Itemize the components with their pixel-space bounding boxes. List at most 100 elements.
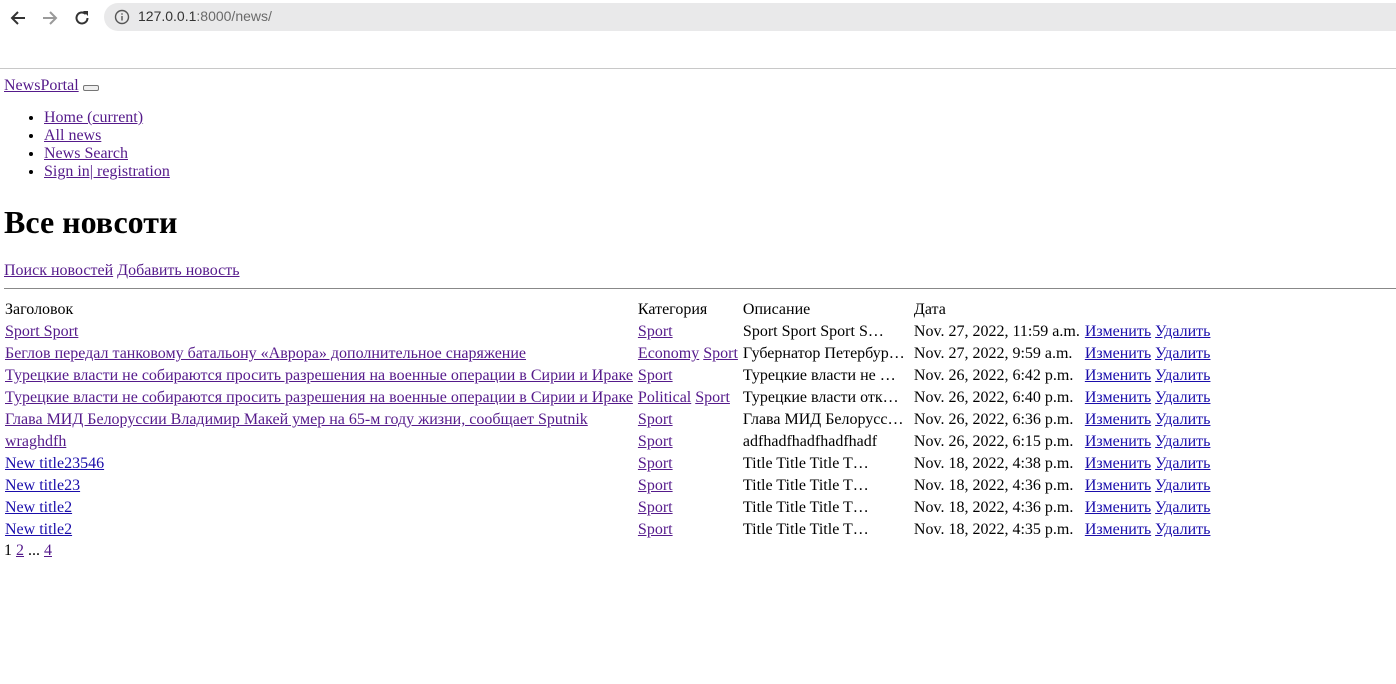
reload-button[interactable] (70, 6, 94, 30)
news-title-link[interactable]: Sport Sport (5, 323, 78, 340)
forward-button[interactable] (38, 6, 62, 30)
search-news-link[interactable]: Поиск новостей (4, 262, 113, 279)
cell-description: adfhadfhadfhadfhadf (742, 433, 878, 450)
delete-link[interactable]: Удалить (1155, 345, 1210, 362)
edit-link[interactable]: Изменить (1085, 433, 1151, 450)
nav-link-home[interactable]: Home (current) (44, 109, 143, 126)
cell-date: Nov. 18, 2022, 4:36 p.m. (913, 477, 1074, 494)
nav-item-home: Home (current) (44, 109, 170, 127)
back-arrow-icon (10, 11, 25, 25)
cell-category: Economy Sport (637, 344, 739, 364)
cell-category: Sport (637, 366, 739, 386)
news-title-link[interactable]: Турецкие власти не собираются просить ра… (5, 367, 633, 384)
delete-link[interactable]: Удалить (1155, 455, 1210, 472)
news-title-link[interactable]: New title2 (5, 521, 72, 538)
cell-category: Sport (637, 498, 739, 518)
delete-link[interactable]: Удалить (1155, 499, 1210, 516)
cell-category: Sport (637, 454, 739, 474)
info-icon[interactable] (114, 9, 130, 25)
table-row: New title2 Sport Title Title Title T… Nov. … (4, 520, 1211, 540)
category-link[interactable]: Sport (703, 345, 738, 362)
table-row: Глава МИД Белоруссии Владимир Макей умер… (4, 410, 1211, 430)
cell-category: Sport (637, 476, 739, 496)
back-button[interactable] (6, 6, 30, 30)
news-title-link[interactable]: New title23 (5, 477, 80, 494)
cell-date: Nov. 27, 2022, 11:59 a.m. (913, 323, 1080, 340)
news-title-link[interactable]: Глава МИД Белоруссии Владимир Макей умер… (5, 411, 588, 428)
category-link[interactable]: Sport (638, 499, 673, 516)
news-title-link[interactable]: Беглов передал танковому батальону «Авро… (5, 345, 526, 362)
cell-description: Title Title Title T… (742, 521, 869, 538)
cell-title: Глава МИД Белоруссии Владимир Макей умер… (4, 410, 634, 430)
cell-description: Title Title Title T… (742, 477, 869, 494)
edit-link[interactable]: Изменить (1085, 499, 1151, 516)
nav-menu: Home (current) All news News Search Sign… (0, 109, 170, 181)
delete-link[interactable]: Удалить (1155, 521, 1210, 538)
category-link[interactable]: Sport (638, 367, 673, 384)
table-row: Турецкие власти не собираются просить ра… (4, 388, 1211, 408)
edit-link[interactable]: Изменить (1085, 389, 1151, 406)
cell-date: Nov. 18, 2022, 4:35 p.m. (913, 521, 1074, 538)
category-link[interactable]: Sport (638, 455, 673, 472)
nav-link-news-search[interactable]: News Search (44, 145, 128, 162)
category-link[interactable]: Political (638, 389, 691, 406)
cell-actions: Изменить Удалить (1084, 344, 1212, 364)
cell-date: Nov. 18, 2022, 4:36 p.m. (913, 499, 1074, 516)
category-link[interactable]: Sport (638, 411, 673, 428)
cell-description: Глава МИД Белорусси… (742, 411, 910, 428)
cell-description: Турецкие власти отк… (742, 389, 899, 406)
cell-description: Sport Sport Sport S… (742, 323, 884, 340)
url-path: :8000/news/ (196, 8, 272, 24)
page-actions: Поиск новостей Добавить новость (4, 262, 240, 280)
nav-item-sign-in: Sign in| registration (44, 163, 170, 181)
category-link[interactable]: Sport (638, 521, 673, 538)
delete-link[interactable]: Удалить (1155, 477, 1210, 494)
cell-actions: Изменить Удалить (1084, 410, 1212, 430)
cell-title: Турецкие власти не собираются просить ра… (4, 388, 634, 408)
edit-link[interactable]: Изменить (1085, 411, 1151, 428)
news-table-body: Sport Sport Sport Sport Sport Sport S… Nov.… (4, 322, 1211, 540)
cell-category: Sport (637, 432, 739, 452)
cell-category: Sport (637, 410, 739, 430)
delete-link[interactable]: Удалить (1155, 323, 1210, 340)
news-title-link[interactable]: wraghdfh (5, 433, 66, 450)
edit-link[interactable]: Изменить (1085, 521, 1151, 538)
page-title: Все новсоти (4, 204, 178, 240)
category-link[interactable]: Sport (638, 323, 673, 340)
pagination-page-2[interactable]: 2 (16, 542, 24, 559)
news-title-link[interactable]: New title23546 (5, 455, 104, 472)
delete-link[interactable]: Удалить (1155, 433, 1210, 450)
add-news-link[interactable]: Добавить новость (117, 262, 239, 279)
delete-link[interactable]: Удалить (1155, 389, 1210, 406)
nav-item-news-search: News Search (44, 145, 170, 163)
category-link[interactable]: Economy (638, 345, 699, 362)
news-title-link[interactable]: Турецкие власти не собираются просить ра… (5, 389, 633, 406)
delete-link[interactable]: Удалить (1155, 411, 1210, 428)
table-row: New title23546 Sport Title Title Title T… N… (4, 454, 1211, 474)
cell-date: Nov. 26, 2022, 6:36 p.m. (913, 411, 1074, 428)
url-text[interactable]: 127.0.0.1:8000/news/ (138, 8, 272, 24)
edit-link[interactable]: Изменить (1085, 477, 1151, 494)
edit-link[interactable]: Изменить (1085, 367, 1151, 384)
edit-link[interactable]: Изменить (1085, 455, 1151, 472)
pagination: 1 2 ... 4 (4, 542, 52, 560)
nav-link-all-news[interactable]: All news (44, 127, 101, 144)
category-link[interactable]: Sport (695, 389, 730, 406)
table-header-row: Заголовок Категория Описание Дата (4, 300, 1211, 320)
category-link[interactable]: Sport (638, 477, 673, 494)
pagination-last[interactable]: 4 (44, 542, 52, 559)
browser-toolbar: 127.0.0.1:8000/news/ (0, 0, 1396, 69)
cell-actions: Изменить Удалить (1084, 498, 1212, 518)
navbar-toggler-button[interactable] (82, 85, 99, 92)
table-row: Беглов передал танковому батальону «Авро… (4, 344, 1211, 364)
cell-actions: Изменить Удалить (1084, 520, 1212, 540)
edit-link[interactable]: Изменить (1085, 323, 1151, 340)
edit-link[interactable]: Изменить (1085, 345, 1151, 362)
pagination-current: 1 (4, 542, 12, 559)
delete-link[interactable]: Удалить (1155, 367, 1210, 384)
brand-link[interactable]: NewsPortal (4, 77, 79, 94)
news-title-link[interactable]: New title2 (5, 499, 72, 516)
category-link[interactable]: Sport (638, 433, 673, 450)
nav-link-sign-in[interactable]: Sign in| registration (44, 163, 170, 180)
address-bar[interactable]: 127.0.0.1:8000/news/ (104, 3, 1396, 31)
